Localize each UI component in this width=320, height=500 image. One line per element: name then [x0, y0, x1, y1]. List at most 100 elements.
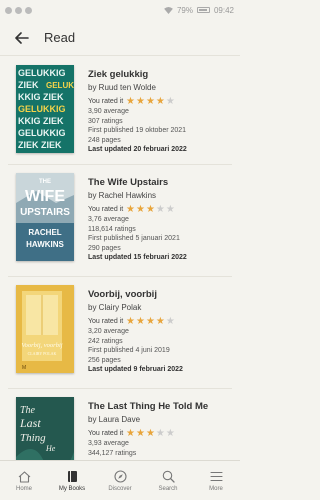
- page-count: 256 pages: [88, 356, 121, 364]
- notification-icon: [15, 6, 22, 14]
- average-rating: 3,93 average: [88, 440, 129, 447]
- book-cover[interactable]: THE WIFE UPSTAIRS RACHEL HAWKINS: [16, 173, 74, 261]
- star-rating[interactable]: ★ ★ ★ ★ ★: [126, 316, 175, 327]
- nav-more[interactable]: More: [192, 461, 240, 500]
- status-icons: [5, 6, 32, 14]
- ratings-count: 242 ratings: [88, 337, 123, 345]
- notification-icon: [25, 6, 32, 14]
- star-icon[interactable]: ★: [126, 316, 135, 327]
- svg-text:KKIG ZIEK: KKIG ZIEK: [18, 116, 64, 126]
- star-rating[interactable]: ★ ★ ★ ★ ★: [126, 96, 175, 107]
- ratings-count: 307 ratings: [88, 117, 123, 125]
- book-author[interactable]: by Laura Dave: [88, 414, 228, 425]
- book-author[interactable]: by Ruud ten Wolde: [88, 82, 228, 93]
- book-info: The Wife Upstairs by Rachel Hawkins You …: [88, 177, 228, 263]
- user-rating[interactable]: You rated it ★ ★ ★ ★ ★: [88, 316, 228, 327]
- book-author[interactable]: by Clairy Polak: [88, 302, 228, 313]
- cover-art: THE WIFE UPSTAIRS RACHEL HAWKINS: [16, 173, 74, 261]
- star-icon[interactable]: ★: [166, 316, 175, 327]
- average-rating: 3,20 average: [88, 328, 129, 335]
- bottom-nav: Home My Books Discover Search More: [0, 460, 240, 500]
- star-icon[interactable]: ★: [126, 96, 135, 107]
- star-icon[interactable]: ★: [156, 428, 165, 439]
- published-date: First published 4 juni 2019: [88, 347, 170, 354]
- book-list[interactable]: GELUKKIG ZIEK GELUK KKIG ZIEK GELUKKIG K…: [0, 57, 240, 460]
- star-icon[interactable]: ★: [166, 96, 175, 107]
- ratings-count: 344,127 ratings: [88, 449, 137, 457]
- svg-text:GELUKKIG: GELUKKIG: [18, 104, 66, 114]
- cover-art: GELUKKIG ZIEK GELUK KKIG ZIEK GELUKKIG K…: [16, 65, 74, 153]
- svg-text:GELUKKIG: GELUKKIG: [18, 128, 66, 138]
- home-icon: [17, 470, 31, 484]
- svg-text:WIFE: WIFE: [25, 188, 65, 205]
- book-title[interactable]: Ziek gelukkig: [88, 69, 228, 81]
- svg-text:RACHEL: RACHEL: [28, 228, 61, 237]
- book-author[interactable]: by Rachel Hawkins: [88, 190, 228, 201]
- page-title: Read: [44, 30, 76, 45]
- header: Read: [0, 20, 240, 56]
- last-updated: Last updated 20 februari 2022: [88, 146, 187, 153]
- list-item[interactable]: GELUKKIG ZIEK GELUK KKIG ZIEK GELUKKIG K…: [8, 57, 232, 165]
- list-item[interactable]: The Last Thing He The Last Thing He Told…: [8, 389, 232, 460]
- book-title[interactable]: Voorbij, voorbij: [88, 289, 228, 301]
- nav-my-books[interactable]: My Books: [48, 461, 96, 500]
- star-icon[interactable]: ★: [146, 96, 155, 107]
- book-title[interactable]: The Wife Upstairs: [88, 177, 228, 189]
- svg-text:GELUKKIG: GELUKKIG: [18, 68, 66, 78]
- star-icon[interactable]: ★: [136, 96, 145, 107]
- book-cover[interactable]: GELUKKIG ZIEK GELUK KKIG ZIEK GELUKKIG K…: [16, 65, 74, 153]
- user-rating[interactable]: You rated it ★ ★ ★ ★ ★: [88, 428, 228, 439]
- notification-icon: [5, 6, 12, 14]
- list-item[interactable]: Voorbij, voorbij CLAIRY POLAK M Voorbij,…: [8, 277, 232, 389]
- star-icon[interactable]: ★: [136, 204, 145, 215]
- nav-home[interactable]: Home: [0, 461, 48, 500]
- published-date: First published 5 januari 2021: [88, 235, 180, 242]
- cover-art: Voorbij, voorbij CLAIRY POLAK M: [16, 285, 74, 373]
- book-info: The Last Thing He Told Me by Laura Dave …: [88, 401, 228, 458]
- battery-percent: 79%: [176, 5, 193, 15]
- clock: 09:42: [213, 5, 234, 15]
- user-rating[interactable]: You rated it ★ ★ ★ ★ ★: [88, 96, 228, 107]
- status-bar: 79% 09:42: [0, 0, 240, 20]
- average-rating: 3,90 average: [88, 108, 129, 115]
- star-icon[interactable]: ★: [136, 428, 145, 439]
- star-icon[interactable]: ★: [146, 204, 155, 215]
- cover-art: The Last Thing He: [16, 397, 74, 460]
- svg-text:CLAIRY POLAK: CLAIRY POLAK: [28, 351, 57, 356]
- nav-label: Discover: [108, 485, 132, 492]
- user-rating[interactable]: You rated it ★ ★ ★ ★ ★: [88, 204, 228, 215]
- book-cover[interactable]: The Last Thing He: [16, 397, 74, 460]
- star-icon[interactable]: ★: [166, 428, 175, 439]
- star-icon[interactable]: ★: [146, 428, 155, 439]
- rated-label: You rated it: [88, 318, 124, 325]
- star-rating[interactable]: ★ ★ ★ ★ ★: [126, 204, 175, 215]
- nav-label: Search: [158, 485, 178, 492]
- star-icon[interactable]: ★: [126, 204, 135, 215]
- star-icon[interactable]: ★: [136, 316, 145, 327]
- star-icon[interactable]: ★: [156, 96, 165, 107]
- book-cover[interactable]: Voorbij, voorbij CLAIRY POLAK M: [16, 285, 74, 373]
- nav-discover[interactable]: Discover: [96, 461, 144, 500]
- list-item[interactable]: THE WIFE UPSTAIRS RACHEL HAWKINS The Wif…: [8, 165, 232, 277]
- battery-icon: [196, 7, 210, 13]
- star-rating[interactable]: ★ ★ ★ ★ ★: [126, 428, 175, 439]
- nav-label: Home: [15, 485, 32, 492]
- star-icon[interactable]: ★: [156, 204, 165, 215]
- star-icon[interactable]: ★: [166, 204, 175, 215]
- svg-text:ZIEK ZIEK: ZIEK ZIEK: [18, 140, 62, 150]
- star-icon[interactable]: ★: [146, 316, 155, 327]
- svg-text:Thing: Thing: [20, 432, 46, 444]
- back-button[interactable]: [12, 28, 32, 48]
- svg-text:THE: THE: [39, 179, 51, 185]
- star-icon[interactable]: ★: [156, 316, 165, 327]
- page-count: 248 pages: [88, 136, 121, 144]
- svg-text:ZIEK: ZIEK: [18, 80, 39, 90]
- last-updated: Last updated 9 februari 2022: [88, 366, 183, 373]
- rated-label: You rated it: [88, 206, 124, 213]
- book-title[interactable]: The Last Thing He Told Me: [88, 401, 228, 413]
- svg-text:KKIG ZIEK: KKIG ZIEK: [18, 92, 64, 102]
- last-updated: Last updated 15 februari 2022: [88, 254, 187, 261]
- star-icon[interactable]: ★: [126, 428, 135, 439]
- svg-text:The: The: [20, 405, 36, 416]
- nav-search[interactable]: Search: [144, 461, 192, 500]
